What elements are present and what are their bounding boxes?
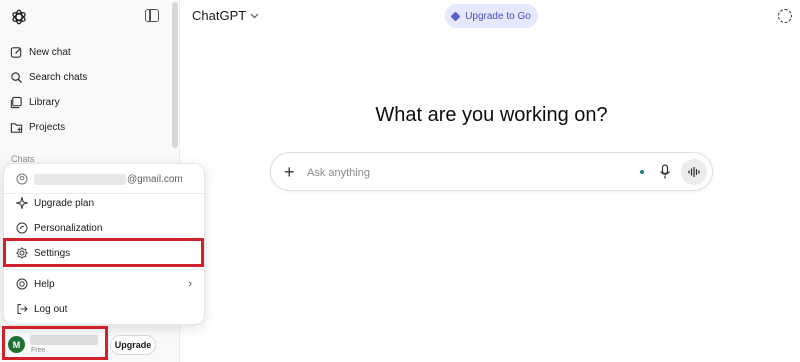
temporary-chat-icon[interactable] — [778, 9, 792, 23]
voice-mode-button[interactable] — [681, 159, 707, 185]
folder-icon — [10, 122, 23, 133]
account-email-row: @gmail.com — [16, 169, 194, 189]
prompt-input[interactable] — [307, 165, 627, 181]
sidebar-item-projects[interactable]: Projects — [10, 116, 65, 138]
sidebar-item-label: Library — [29, 96, 60, 108]
model-name: ChatGPT — [192, 8, 247, 23]
search-icon — [11, 71, 23, 83]
edit-icon — [10, 46, 22, 58]
status-dot — [640, 170, 644, 174]
sidebar-scrollbar[interactable] — [172, 2, 178, 148]
menu-item-personalization[interactable]: Personalization — [16, 218, 194, 238]
sidebar-item-label: Projects — [29, 121, 66, 133]
email-domain: @gmail.com — [127, 173, 183, 185]
chevron-down-icon — [250, 13, 259, 18]
sidebar-item-library[interactable]: Library — [10, 91, 60, 113]
menu-item-label: Upgrade plan — [34, 197, 95, 209]
email-redacted — [34, 173, 126, 185]
lifebuoy-icon — [16, 278, 28, 290]
diamond-icon — [450, 11, 461, 21]
user-circle-icon — [16, 173, 28, 185]
upgrade-to-go-button[interactable]: Upgrade to Go — [445, 4, 538, 28]
page-title: What are you working on? — [375, 104, 608, 126]
plus-icon[interactable]: + — [284, 162, 295, 182]
personalization-icon — [16, 222, 28, 234]
waveform-icon — [688, 167, 700, 177]
menu-item-help[interactable]: Help › — [16, 274, 194, 294]
sidebar-toggle-icon[interactable] — [145, 9, 159, 22]
model-selector[interactable]: ChatGPT — [192, 8, 259, 23]
openai-logo-icon[interactable] — [10, 8, 28, 26]
composer: + — [270, 152, 713, 191]
menu-item-log-out[interactable]: Log out — [16, 299, 194, 319]
library-icon — [10, 96, 22, 108]
sidebar-item-search-chats[interactable]: Search chats — [10, 66, 87, 88]
chevron-right-icon: › — [188, 278, 192, 290]
menu-item-upgrade-plan[interactable]: Upgrade plan — [16, 193, 194, 213]
sparkle-icon — [16, 197, 28, 209]
upgrade-button[interactable]: Upgrade — [110, 335, 156, 355]
menu-divider — [4, 269, 204, 270]
sidebar-item-label: Search chats — [29, 71, 88, 83]
sidebar-item-new-chat[interactable]: New chat — [10, 41, 71, 63]
microphone-icon[interactable] — [659, 164, 671, 180]
account-highlight-box — [2, 326, 108, 360]
menu-item-label: Personalization — [34, 222, 103, 234]
upgrade-to-go-label: Upgrade to Go — [465, 10, 531, 22]
sidebar-item-label: New chat — [29, 46, 71, 58]
logout-icon — [17, 304, 28, 314]
menu-item-label: Help — [34, 278, 55, 290]
menu-item-label: Log out — [34, 303, 68, 315]
settings-highlight-box — [3, 238, 204, 267]
